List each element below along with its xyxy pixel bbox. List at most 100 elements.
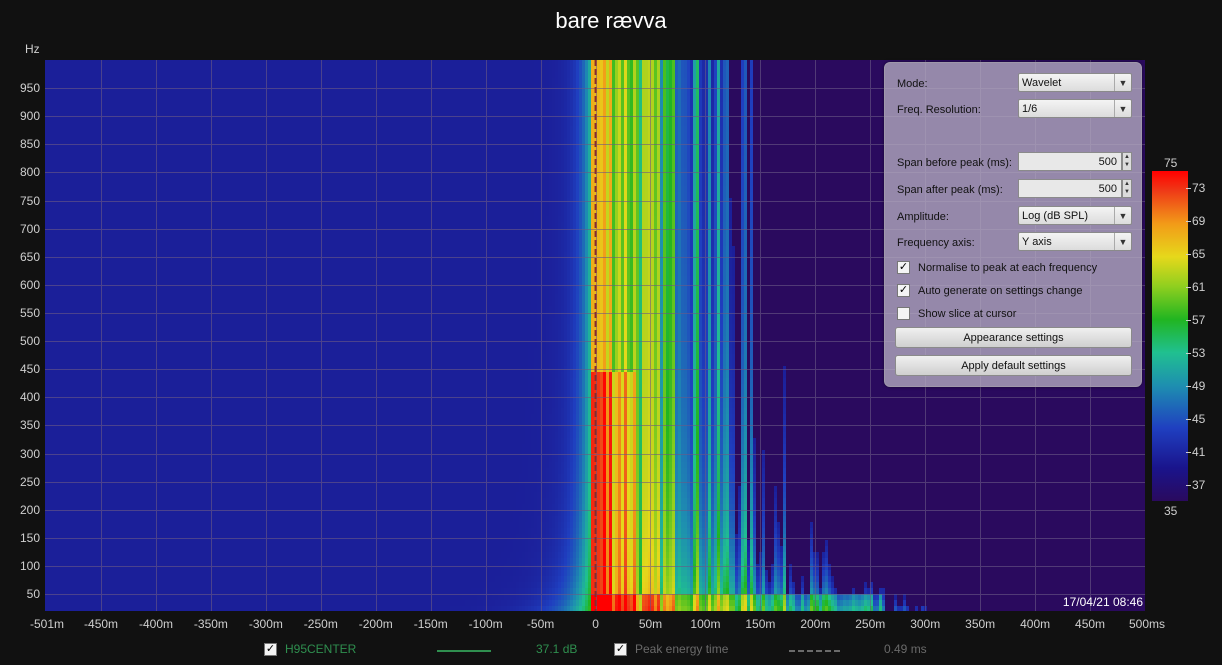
span-after-input[interactable]: 500: [1018, 179, 1122, 198]
y-tick-label: 200: [0, 503, 40, 517]
color-scale-min: 35: [1164, 504, 1177, 518]
chart-title: bare rævva: [0, 8, 1222, 34]
chevron-down-icon: ▼: [1114, 233, 1131, 250]
color-scale-tick: 45: [1192, 412, 1205, 426]
span-before-label: Span before peak (ms):: [897, 157, 1012, 169]
y-tick-label: 650: [0, 250, 40, 264]
normalise-checkbox[interactable]: ✓ Normalise to peak at each frequency: [897, 261, 1097, 274]
x-tick-label: 100m: [690, 617, 720, 631]
legend-value: 0.49 ms: [884, 642, 927, 656]
y-tick-label: 350: [0, 418, 40, 432]
mode-label: Mode:: [897, 78, 928, 90]
legend-item-peak-energy-time[interactable]: ✓ Peak energy time: [614, 642, 728, 656]
legend-line-solid: [437, 650, 491, 652]
freq-axis-select[interactable]: Y axis ▼: [1018, 232, 1132, 251]
x-tick-label: 200m: [800, 617, 830, 631]
appearance-settings-button[interactable]: Appearance settings: [895, 327, 1132, 348]
legend-item-h95center[interactable]: ✓ H95CENTER: [264, 642, 356, 656]
chevron-down-icon: ▼: [1114, 100, 1131, 117]
x-tick-label: -450m: [84, 617, 118, 631]
span-after-spinner[interactable]: ▲ ▼: [1122, 179, 1132, 198]
chevron-down-icon: ▼: [1114, 74, 1131, 91]
checkmark-icon: ✓: [264, 643, 277, 656]
amplitude-value: Log (dB SPL): [1022, 210, 1088, 222]
y-tick-label: 100: [0, 559, 40, 573]
y-tick-label: 800: [0, 165, 40, 179]
x-tick-label: -50m: [527, 617, 554, 631]
normalise-label: Normalise to peak at each frequency: [918, 262, 1097, 274]
freq-axis-label: Frequency axis:: [897, 237, 975, 249]
color-scale-max: 75: [1164, 156, 1177, 170]
amplitude-select[interactable]: Log (dB SPL) ▼: [1018, 206, 1132, 225]
x-tick-label: -150m: [414, 617, 448, 631]
timestamp: 17/04/21 08:46: [1063, 595, 1143, 609]
x-tick-label: -200m: [359, 617, 393, 631]
y-tick-label: 500: [0, 334, 40, 348]
auto-generate-label: Auto generate on settings change: [918, 285, 1083, 297]
chevron-down-icon: ▼: [1114, 207, 1131, 224]
y-tick-label: 900: [0, 109, 40, 123]
show-slice-checkbox[interactable]: Show slice at cursor: [897, 307, 1016, 320]
color-scale-tick: 65: [1192, 247, 1205, 261]
x-tick-label: -250m: [304, 617, 338, 631]
legend-name: H95CENTER: [285, 642, 356, 656]
x-tick-label: -100m: [469, 617, 503, 631]
span-before-input[interactable]: 500: [1018, 152, 1122, 171]
show-slice-label: Show slice at cursor: [918, 308, 1016, 320]
color-scale-tick: 41: [1192, 445, 1205, 459]
y-tick-label: 950: [0, 81, 40, 95]
y-tick-label: 150: [0, 531, 40, 545]
legend-value: 37.1 dB: [536, 642, 577, 656]
x-tick-label: 350m: [965, 617, 995, 631]
x-tick-label: 300m: [910, 617, 940, 631]
unchecked-box-icon: [897, 307, 910, 320]
x-tick-label: 400m: [1020, 617, 1050, 631]
mode-value: Wavelet: [1022, 77, 1061, 89]
settings-panel: Mode: Wavelet ▼ Freq. Resolution: 1/6 ▼ Sp…: [884, 62, 1142, 387]
apply-default-settings-button[interactable]: Apply default settings: [895, 355, 1132, 376]
mode-select[interactable]: Wavelet ▼: [1018, 73, 1132, 92]
freq-axis-value: Y axis: [1022, 236, 1052, 248]
span-after-label: Span after peak (ms):: [897, 184, 1003, 196]
freq-resolution-value: 1/6: [1022, 103, 1037, 115]
y-tick-label: 700: [0, 222, 40, 236]
x-tick-label: -400m: [139, 617, 173, 631]
color-scale-tick: 57: [1192, 313, 1205, 327]
color-scale-tick: 73: [1192, 181, 1205, 195]
x-tick-label: 500ms: [1129, 617, 1165, 631]
x-tick-label: 50m: [639, 617, 662, 631]
span-before-spinner[interactable]: ▲ ▼: [1122, 152, 1132, 171]
x-tick-label: -300m: [249, 617, 283, 631]
color-scale-bar: [1152, 171, 1188, 501]
color-scale-tick: 53: [1192, 346, 1205, 360]
y-tick-label: 450: [0, 362, 40, 376]
auto-generate-checkbox[interactable]: ✓ Auto generate on settings change: [897, 284, 1083, 297]
freq-resolution-label: Freq. Resolution:: [897, 104, 981, 116]
x-tick-label: 150m: [745, 617, 775, 631]
x-tick-label: -350m: [194, 617, 228, 631]
color-scale-tick: 69: [1192, 214, 1205, 228]
y-tick-label: 400: [0, 390, 40, 404]
amplitude-label: Amplitude:: [897, 211, 949, 223]
x-tick-label: 450m: [1075, 617, 1105, 631]
y-tick-label: 750: [0, 194, 40, 208]
y-tick-label: 600: [0, 278, 40, 292]
y-tick-label: 50: [0, 587, 40, 601]
y-tick-label: 550: [0, 306, 40, 320]
freq-resolution-select[interactable]: 1/6 ▼: [1018, 99, 1132, 118]
legend-name: Peak energy time: [635, 642, 728, 656]
y-tick-label: 250: [0, 475, 40, 489]
y-tick-label: 300: [0, 447, 40, 461]
color-scale-tick: 37: [1192, 478, 1205, 492]
checkmark-icon: ✓: [897, 261, 910, 274]
checkmark-icon: ✓: [614, 643, 627, 656]
y-axis-unit: Hz: [25, 42, 40, 56]
x-tick-label: 0: [592, 617, 599, 631]
checkmark-icon: ✓: [897, 284, 910, 297]
x-tick-label: 250m: [855, 617, 885, 631]
color-scale-tick: 61: [1192, 280, 1205, 294]
color-scale-tick: 49: [1192, 379, 1205, 393]
x-tick-label: -501m: [30, 617, 64, 631]
y-tick-label: 850: [0, 137, 40, 151]
legend-line-dashed: [789, 650, 841, 652]
